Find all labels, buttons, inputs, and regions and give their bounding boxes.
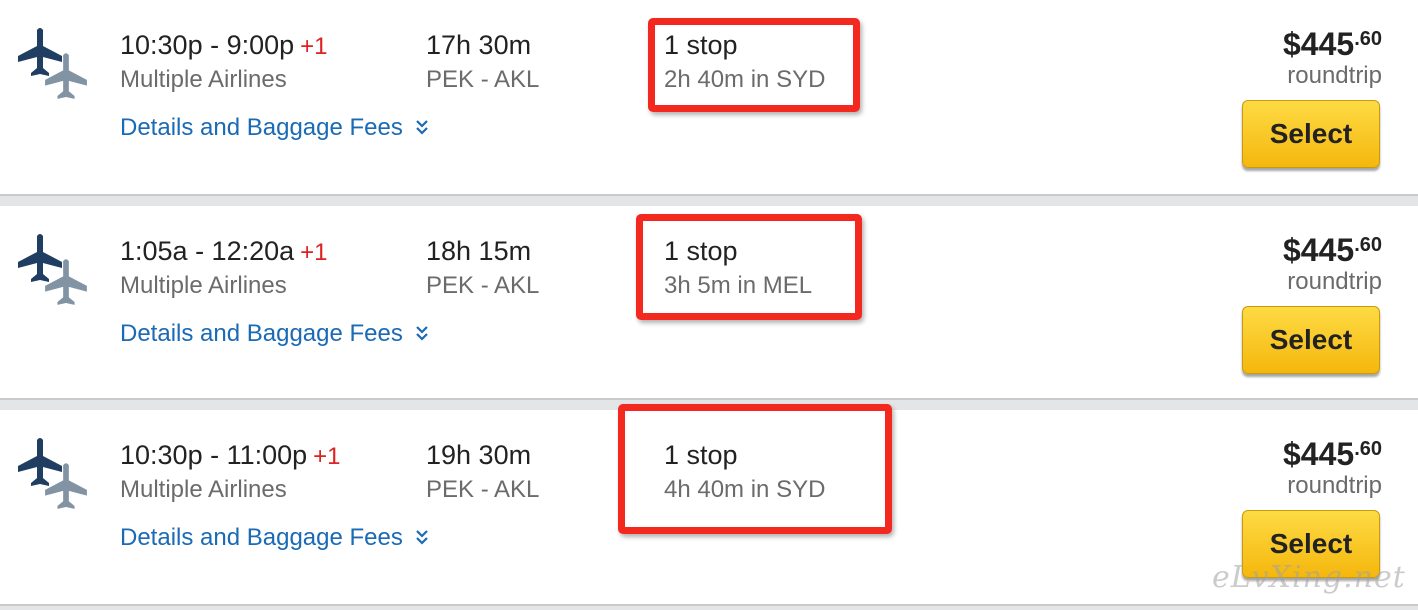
- multiple-airplanes-icon: [18, 28, 87, 99]
- price-type: roundtrip: [1287, 62, 1382, 89]
- multiple-airplanes-icon: [18, 438, 87, 509]
- airline-name: Multiple Airlines: [120, 66, 287, 93]
- flight-duration: 17h 30m: [426, 30, 532, 60]
- multiple-airplanes-icon: [18, 234, 87, 305]
- day-offset: +1: [313, 443, 341, 470]
- details-baggage-link[interactable]: Details and Baggage Fees: [120, 524, 429, 552]
- flight-times: 10:30p - 9:00p +1: [120, 30, 328, 60]
- flight-times: 10:30p - 11:00p +1: [120, 440, 341, 470]
- flight-result-card: 10:30p - 9:00p +1 Multiple Airlines Detai…: [0, 0, 1418, 196]
- layover-info: 4h 40m in SYD: [664, 476, 826, 503]
- layover-info: 3h 5m in MEL: [664, 272, 813, 299]
- stop-count: 1 stop: [664, 440, 738, 470]
- airline-name: Multiple Airlines: [120, 272, 287, 299]
- price: $445.60: [1283, 436, 1382, 472]
- day-offset: +1: [300, 239, 328, 266]
- price: $445.60: [1283, 26, 1382, 62]
- price-type: roundtrip: [1287, 472, 1382, 499]
- flight-route: PEK - AKL: [426, 476, 540, 503]
- select-button[interactable]: Select: [1242, 100, 1380, 168]
- watermark: eLvXing.net: [1212, 560, 1406, 595]
- highlight-box: [618, 404, 892, 534]
- select-button[interactable]: Select: [1242, 306, 1380, 374]
- stop-count: 1 stop: [664, 30, 738, 60]
- price: $445.60: [1283, 232, 1382, 268]
- flight-result-card: 10:30p - 11:00p +1 Multiple Airlines Deta…: [0, 404, 1418, 606]
- details-baggage-link[interactable]: Details and Baggage Fees: [120, 320, 429, 348]
- chevron-double-down-icon: [416, 119, 428, 135]
- flight-times: 1:05a - 12:20a +1: [120, 236, 328, 266]
- price-type: roundtrip: [1287, 268, 1382, 295]
- airline-name: Multiple Airlines: [120, 476, 287, 503]
- flight-duration: 18h 15m: [426, 236, 532, 266]
- flight-route: PEK - AKL: [426, 272, 540, 299]
- details-baggage-link[interactable]: Details and Baggage Fees: [120, 114, 429, 142]
- flight-result-card: 1:05a - 12:20a +1 Multiple Airlines Detai…: [0, 206, 1418, 400]
- layover-info: 2h 40m in SYD: [664, 66, 826, 93]
- chevron-double-down-icon: [416, 325, 428, 341]
- day-offset: +1: [300, 33, 328, 60]
- highlight-box: [636, 214, 862, 320]
- chevron-double-down-icon: [416, 529, 428, 545]
- flight-duration: 19h 30m: [426, 440, 532, 470]
- stop-count: 1 stop: [664, 236, 738, 266]
- flight-route: PEK - AKL: [426, 66, 540, 93]
